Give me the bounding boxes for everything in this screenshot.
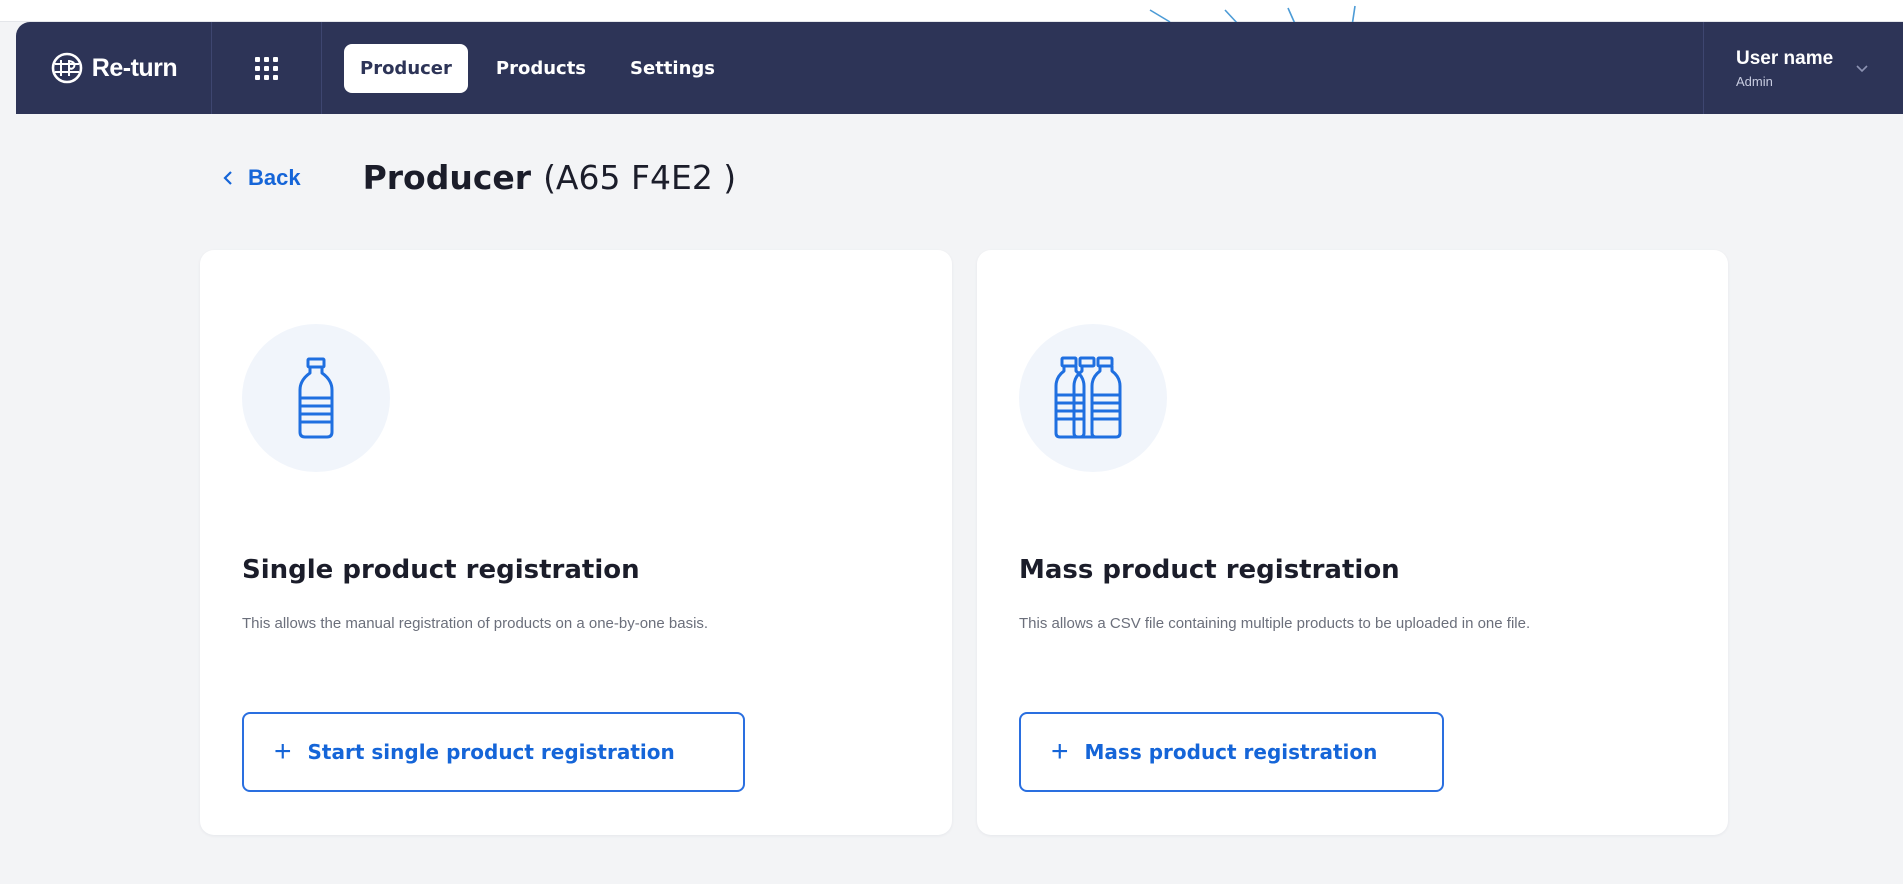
top-navbar: Re-turn Producer Products Settings User … (16, 22, 1903, 114)
page-header: Back Producer (A65 F4E2 ) (222, 158, 736, 197)
mass-registration-button[interactable]: + Mass product registration (1019, 712, 1444, 792)
card-description: This allows a CSV file containing multip… (1019, 615, 1531, 632)
top-strip (0, 0, 1903, 27)
card-title: Single product registration (242, 555, 640, 585)
tab-settings[interactable]: Settings (614, 44, 731, 93)
card-title: Mass product registration (1019, 555, 1400, 585)
brand-name: Re-turn (91, 53, 178, 82)
user-name: User name (1736, 47, 1834, 69)
user-info: User name Admin (1736, 48, 1833, 89)
single-bottle-icon (298, 357, 334, 439)
card-icon-circle (1019, 324, 1167, 472)
page-title: Producer (362, 158, 532, 197)
plus-icon: + (274, 735, 292, 768)
user-role: Admin (1736, 73, 1773, 89)
brand-logo-link[interactable]: Re-turn (16, 22, 212, 114)
back-label: Back (248, 164, 301, 190)
start-single-registration-button[interactable]: + Start single product registration (242, 712, 745, 792)
tab-producer[interactable]: Producer (344, 43, 468, 93)
card-description: This allows the manual registration of p… (242, 615, 709, 632)
chevron-down-icon (1856, 65, 1868, 73)
card-icon-circle (242, 324, 390, 472)
main-nav-tabs: Producer Products Settings (344, 43, 731, 93)
user-menu[interactable]: User name Admin (1703, 22, 1903, 114)
button-label: Start single product registration (307, 740, 675, 764)
plus-icon: + (1051, 735, 1069, 768)
mass-registration-card: Mass product registration This allows a … (977, 250, 1728, 835)
button-label: Mass product registration (1084, 740, 1378, 764)
multiple-bottles-icon (1054, 356, 1122, 439)
producer-code: (A65 F4E2 ) (543, 158, 737, 197)
back-button[interactable]: Back (222, 165, 301, 191)
tab-products[interactable]: Products (480, 44, 602, 93)
return-logo-icon (51, 52, 83, 84)
single-registration-card: Single product registration This allows … (200, 250, 952, 835)
grid-icon (255, 56, 278, 80)
app-launcher-button[interactable] (212, 22, 322, 114)
chevron-left-icon (223, 170, 232, 185)
